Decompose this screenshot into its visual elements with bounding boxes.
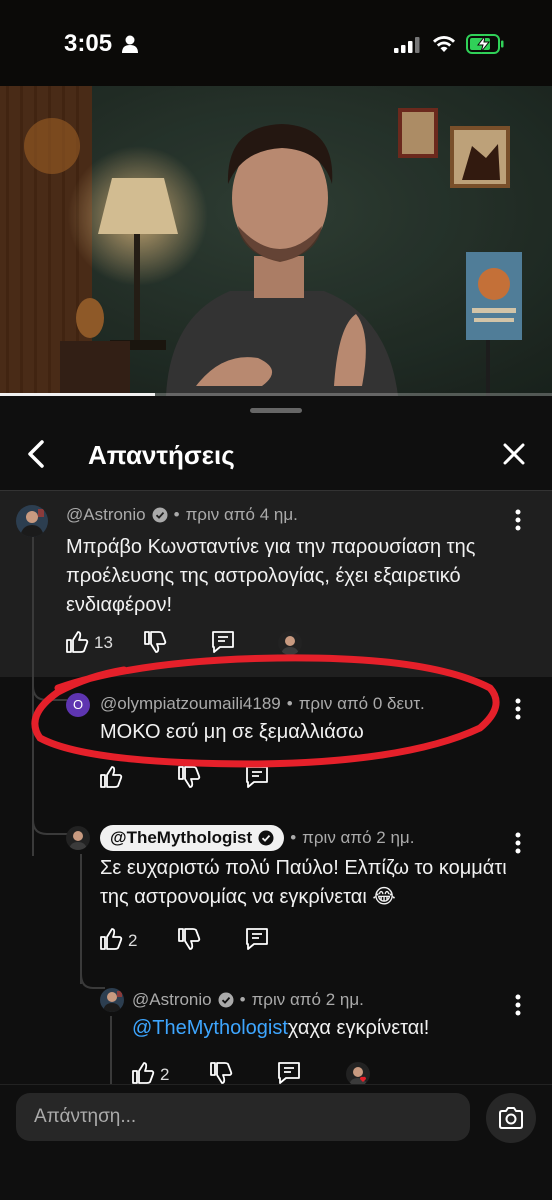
video-player[interactable] xyxy=(0,86,552,396)
parent-comment: @Astronio • πριν από 4 ημ. Μπράβο Κωνστα… xyxy=(0,491,552,677)
dislike-icon[interactable] xyxy=(176,926,202,952)
comment-text: Μπράβο Κωνσταντίνε για την παρουσίαση τη… xyxy=(66,533,475,620)
mention-link[interactable]: @TheMythologist xyxy=(132,1017,288,1039)
comment-meta: @Astronio • πριν από 2 ημ. xyxy=(132,990,364,1010)
avatar[interactable] xyxy=(66,826,90,850)
battery-charging-icon xyxy=(466,34,504,54)
verified-icon xyxy=(258,830,274,846)
reply-bar xyxy=(0,1084,552,1200)
creator-badge[interactable]: @TheMythologist xyxy=(100,825,285,851)
meta-separator: • xyxy=(173,505,180,524)
more-options-icon[interactable] xyxy=(514,994,522,1016)
like-icon[interactable] xyxy=(130,1060,156,1086)
replies-sheet: Απαντήσεις @Astronio • πριν από 4 ημ. Μπ… xyxy=(0,396,552,1200)
meta-separator: • xyxy=(239,990,246,1009)
more-options-icon[interactable] xyxy=(514,698,522,720)
more-options-icon[interactable] xyxy=(514,509,522,531)
comment-time: πριν από 4 ημ. xyxy=(185,505,298,524)
status-bar: 3:05 xyxy=(0,0,552,86)
camera-icon xyxy=(499,1107,523,1129)
drag-handle[interactable] xyxy=(250,408,302,413)
person-icon xyxy=(122,35,138,53)
meta-separator: • xyxy=(290,828,297,847)
reply-icon[interactable] xyxy=(244,926,270,952)
comment-line: της αστρονομίας να εγκρίνεται 😂 xyxy=(100,886,396,908)
reply-input[interactable] xyxy=(16,1093,470,1141)
comment-author: @TheMythologist xyxy=(110,828,253,847)
avatar[interactable] xyxy=(100,988,124,1012)
comment-text: Σε ευχαριστώ πολύ Παύλο! Ελπίζω το κομμά… xyxy=(100,854,507,912)
like-count: 13 xyxy=(94,633,113,652)
thread-connector xyxy=(32,820,67,835)
sheet-title: Απαντήσεις xyxy=(88,440,235,470)
comment-time: πριν από 2 ημ. xyxy=(302,828,415,847)
comment-line: ενδιαφέρον! xyxy=(66,594,172,616)
comment-body: χαχα εγκρίνεται! xyxy=(287,1017,430,1039)
verified-icon xyxy=(152,507,168,523)
comment-text: @TheMythologistχαχα εγκρίνεται! xyxy=(132,1014,429,1043)
back-button[interactable] xyxy=(20,436,56,472)
avatar[interactable] xyxy=(16,505,48,537)
comment-meta: @TheMythologist • πριν από 2 ημ. xyxy=(100,825,414,851)
signal-icon xyxy=(394,37,420,53)
like-count: 2 xyxy=(160,1065,170,1084)
like-count: 2 xyxy=(128,931,138,950)
thread-line xyxy=(80,854,82,984)
comment-time: πριν από 2 ημ. xyxy=(251,990,364,1009)
thread-line xyxy=(110,1016,112,1086)
comment-author[interactable]: @Astronio xyxy=(132,990,212,1010)
comment-author[interactable]: @Astronio xyxy=(66,505,146,525)
comment-line: Σε ευχαριστώ πολύ Παύλο! Ελπίζω το κομμά… xyxy=(100,857,507,879)
close-button[interactable] xyxy=(496,436,532,472)
status-time: 3:05 xyxy=(64,30,113,57)
wifi-icon xyxy=(433,35,455,52)
comment-line: προέλευσης της αστρολογίας, έχει εξαιρετ… xyxy=(66,565,461,587)
annotation-circle xyxy=(31,654,500,768)
like-icon[interactable] xyxy=(98,926,124,952)
creator-heart-avatar xyxy=(346,1062,370,1086)
video-frame xyxy=(0,86,552,396)
reply-icon[interactable] xyxy=(276,1060,302,1086)
comment-meta: @Astronio • πριν από 4 ημ. xyxy=(66,505,298,525)
comment-line: Μπράβο Κωνσταντίνε για την παρουσίαση τη… xyxy=(66,536,476,558)
more-options-icon[interactable] xyxy=(514,832,522,854)
dislike-icon[interactable] xyxy=(208,1060,234,1086)
verified-icon xyxy=(218,992,234,1008)
camera-button[interactable] xyxy=(486,1093,536,1143)
